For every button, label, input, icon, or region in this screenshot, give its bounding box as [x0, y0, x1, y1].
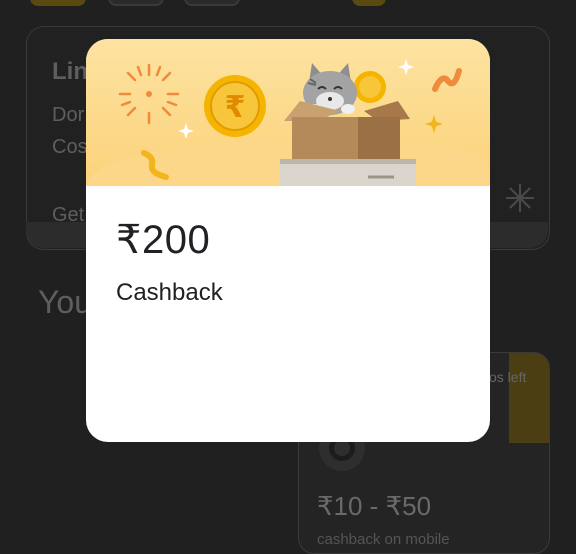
top-chip — [184, 0, 240, 6]
cashback-label: Cashback — [116, 279, 223, 306]
offer-time-badge: os left — [489, 369, 527, 385]
reward-banner: ₹ — [86, 39, 490, 186]
section-title: You — [38, 284, 92, 320]
cashback-amount: ₹200 — [116, 218, 211, 262]
sparkle-icon — [178, 123, 194, 144]
limited-offer-title: Lin — [52, 58, 88, 85]
svg-text:₹: ₹ — [225, 90, 246, 125]
rupee-coin-icon: ₹ — [202, 73, 268, 139]
limited-offer-line1: Dor — [52, 104, 85, 126]
limited-offer-line2: Cos — [52, 136, 88, 158]
confetti-icon — [140, 149, 172, 186]
limited-offer-cta[interactable]: Get — [52, 204, 84, 227]
offer-strip — [509, 353, 549, 443]
offer-subtitle: cashback on mobile — [317, 531, 450, 548]
fireworks-icon — [116, 61, 182, 127]
offer-amount: ₹10 - ₹50 — [317, 491, 432, 521]
top-chip — [30, 0, 86, 6]
offer-illustration-icon — [500, 180, 540, 216]
confetti-icon — [432, 67, 462, 98]
sparkle-icon — [425, 115, 443, 138]
reward-modal[interactable]: ₹ ₹200 Cashback — [86, 39, 490, 442]
top-chip — [352, 0, 386, 6]
cat-in-box-illustration — [278, 53, 418, 186]
top-chip — [108, 0, 164, 6]
